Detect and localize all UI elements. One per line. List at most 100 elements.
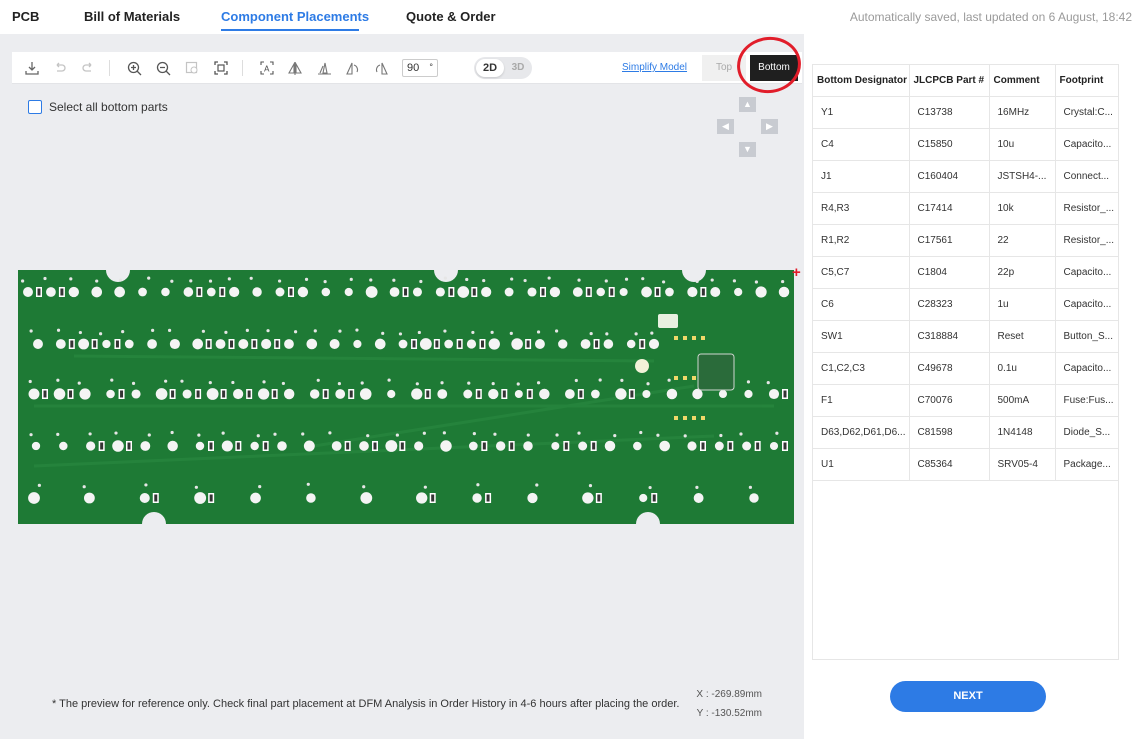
pan-right-icon[interactable]: ▶ <box>761 119 778 134</box>
tab-quote-order[interactable]: Quote & Order <box>406 9 496 24</box>
pcb-pad <box>353 339 362 349</box>
pcb-via <box>419 279 423 284</box>
table-row[interactable]: C4 C15850 10u Capacito... <box>813 128 1118 161</box>
zoom-in-icon[interactable] <box>124 58 144 78</box>
pcb-via <box>144 483 148 487</box>
pcb-diode-body <box>579 390 583 398</box>
table-row[interactable]: F1 C70076 500mA Fuse:Fus... <box>813 384 1118 417</box>
simplify-model-link[interactable]: Simplify Model <box>622 62 687 73</box>
pcb-pad <box>331 441 342 451</box>
designator-cell: J1 <box>813 160 910 193</box>
pcb-via <box>732 279 737 283</box>
table-row[interactable]: R4,R3 C17414 10k Resistor_... <box>813 192 1118 225</box>
tab-component-placements[interactable]: Component Placements <box>221 9 369 24</box>
zoom-area-icon[interactable] <box>182 58 202 78</box>
pcb-diode-body <box>43 390 47 398</box>
pcb-via <box>231 380 235 385</box>
pcb-pad <box>389 287 400 297</box>
table-row[interactable]: J1 C160404 JSTSH4-... Connect... <box>813 160 1118 193</box>
pcb-diode-body <box>477 390 481 398</box>
pcb-pad <box>344 287 353 297</box>
part-number-cell: C15850 <box>909 128 990 161</box>
pcb-via <box>362 485 366 489</box>
pcb-diode-body <box>264 442 268 450</box>
pcb-pad <box>131 389 141 399</box>
table-row[interactable]: C6 C28323 1u Capacito... <box>813 288 1118 321</box>
pcb-diode-body <box>171 390 175 398</box>
pcb-pad <box>309 389 320 399</box>
next-button[interactable]: NEXT <box>890 681 1046 712</box>
rotation-angle-input[interactable]: 90 ° <box>402 59 438 77</box>
pcb-pad <box>749 493 759 503</box>
select-all-bottom-parts[interactable]: Select all bottom parts <box>28 100 168 114</box>
flip-horizontal-icon[interactable] <box>285 58 305 78</box>
pcb-via <box>82 485 86 489</box>
pan-left-icon[interactable]: ◀ <box>717 119 734 134</box>
pcb-pad <box>102 339 111 349</box>
pan-up-icon[interactable]: ▲ <box>739 97 756 112</box>
pcb-pad <box>619 287 628 297</box>
pcb-pad <box>33 339 43 349</box>
pcb-smd-pad <box>683 336 687 340</box>
download-icon[interactable] <box>22 58 42 78</box>
tab-pcb[interactable]: PCB <box>12 9 39 24</box>
zoom-out-icon[interactable] <box>153 58 173 78</box>
pcb-via <box>641 277 645 281</box>
pcb-pad <box>488 388 499 400</box>
table-row[interactable]: U1 C85364 SRV05-4 Package... <box>813 448 1118 481</box>
footprint-cell: Resistor_... <box>1055 192 1118 225</box>
view-2d-button[interactable]: 2D <box>476 59 504 77</box>
pcb-via <box>650 331 654 335</box>
pcb-via <box>398 332 403 336</box>
pcb-diode-body <box>275 340 279 348</box>
pcb-diode-body <box>595 340 599 348</box>
pcb-pad <box>124 339 134 349</box>
pcb-pad <box>778 286 790 298</box>
footprint-cell: Resistor_... <box>1055 224 1118 257</box>
fit-screen-icon[interactable] <box>211 58 231 78</box>
pcb-via <box>775 431 779 435</box>
table-row[interactable]: Y1 C13738 16MHz Crystal:C... <box>813 96 1118 129</box>
select-all-checkbox[interactable] <box>28 100 42 114</box>
pcb-pad <box>626 339 636 349</box>
col-header-comment[interactable]: Comment <box>989 65 1056 97</box>
pcb-via <box>224 330 228 334</box>
pcb-pad <box>549 286 561 298</box>
comment-cell: 0.1u <box>989 352 1056 385</box>
undo-icon[interactable] <box>50 58 70 78</box>
pcb-pad <box>564 389 575 399</box>
table-row[interactable]: D63,D62,D61,D6... C81598 1N4148 Diode_S... <box>813 416 1118 449</box>
pcb-pad <box>641 286 652 298</box>
table-row[interactable]: C5,C7 C1804 22p Capacito... <box>813 256 1118 289</box>
redo-icon[interactable] <box>78 58 98 78</box>
pcb-pad <box>283 388 295 400</box>
table-row[interactable]: SW1 C318884 Reset Button_S... <box>813 320 1118 353</box>
designator-cell: SW1 <box>813 320 910 353</box>
part-number-cell: C318884 <box>909 320 990 353</box>
rotate-left-icon[interactable] <box>342 58 362 78</box>
view-mode-toggle[interactable]: 2D 3D <box>474 57 532 79</box>
table-row[interactable]: C1,C2,C3 C49678 0.1u Capacito... <box>813 352 1118 385</box>
table-row[interactable]: R1,R2 C17561 22 Resistor_... <box>813 224 1118 257</box>
text-icon[interactable]: A <box>257 58 277 78</box>
pcb-pad <box>495 441 506 451</box>
pcb-via <box>634 332 638 336</box>
pcb-diode-body <box>783 442 787 450</box>
rotate-right-icon[interactable] <box>371 58 391 78</box>
pcb-pad <box>639 493 648 503</box>
footprint-cell: Capacito... <box>1055 288 1118 321</box>
flip-vertical-icon[interactable] <box>314 58 334 78</box>
pcb-via <box>208 279 213 283</box>
view-3d-button[interactable]: 3D <box>506 59 530 77</box>
col-header-footprint[interactable]: Footprint <box>1055 65 1118 97</box>
pcb-via <box>667 378 671 382</box>
pcb-pad <box>411 388 423 400</box>
pcb-pad <box>91 286 103 298</box>
tab-bill-of-materials[interactable]: Bill of Materials <box>84 9 180 24</box>
pan-down-icon[interactable]: ▼ <box>739 142 756 157</box>
col-header-designator[interactable]: Bottom Designator <box>813 65 910 97</box>
pcb-board-preview[interactable] <box>14 266 794 533</box>
col-header-part-number[interactable]: JLCPCB Part # <box>909 65 990 97</box>
pcb-diode-body <box>197 288 201 296</box>
pcb-diode-body <box>458 340 462 348</box>
